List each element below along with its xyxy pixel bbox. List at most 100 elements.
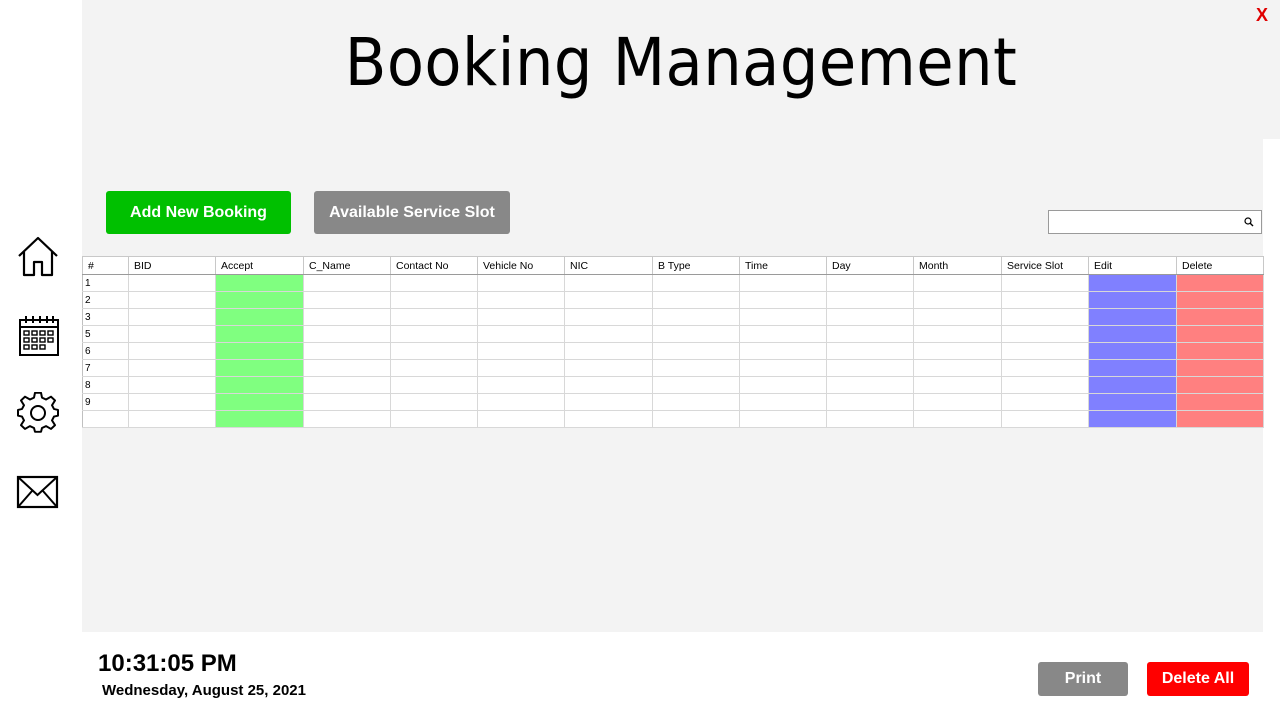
edit-cell[interactable]: [1088, 376, 1177, 394]
table-row[interactable]: 9: [82, 393, 1264, 411]
column-header-time[interactable]: Time: [739, 256, 827, 275]
table-cell[interactable]: [477, 274, 565, 292]
table-cell[interactable]: [652, 274, 740, 292]
table-cell[interactable]: [739, 308, 827, 326]
row-number-cell[interactable]: 9: [82, 393, 129, 411]
table-cell[interactable]: [739, 342, 827, 360]
edit-cell[interactable]: [1088, 308, 1177, 326]
table-cell[interactable]: [739, 291, 827, 309]
table-cell[interactable]: [303, 325, 391, 343]
accept-cell[interactable]: [215, 359, 304, 377]
table-cell[interactable]: [652, 410, 740, 428]
edit-cell[interactable]: [1088, 342, 1177, 360]
edit-cell[interactable]: [1088, 393, 1177, 411]
available-slot-button[interactable]: Available Service Slot: [314, 191, 510, 234]
table-cell[interactable]: [1001, 274, 1089, 292]
table-cell[interactable]: [128, 410, 216, 428]
table-cell[interactable]: [390, 325, 478, 343]
table-cell[interactable]: [826, 410, 914, 428]
accept-cell[interactable]: [215, 342, 304, 360]
table-cell[interactable]: [303, 291, 391, 309]
table-cell[interactable]: [128, 359, 216, 377]
table-row[interactable]: [82, 410, 1264, 428]
column-header-vehicle[interactable]: Vehicle No: [477, 256, 565, 275]
edit-cell[interactable]: [1088, 325, 1177, 343]
table-cell[interactable]: [564, 308, 653, 326]
table-cell[interactable]: [739, 359, 827, 377]
column-header-btype[interactable]: B Type: [652, 256, 740, 275]
table-cell[interactable]: [303, 342, 391, 360]
row-number-cell[interactable]: 3: [82, 308, 129, 326]
accept-cell[interactable]: [215, 410, 304, 428]
column-header-month[interactable]: Month: [913, 256, 1002, 275]
delete-cell[interactable]: [1176, 308, 1264, 326]
table-cell[interactable]: [390, 359, 478, 377]
table-cell[interactable]: [1001, 376, 1089, 394]
row-number-cell[interactable]: 8: [82, 376, 129, 394]
row-number-cell[interactable]: 5: [82, 325, 129, 343]
table-cell[interactable]: [564, 291, 653, 309]
table-cell[interactable]: [128, 342, 216, 360]
table-cell[interactable]: [477, 393, 565, 411]
table-cell[interactable]: [564, 342, 653, 360]
table-cell[interactable]: [303, 359, 391, 377]
table-cell[interactable]: [390, 393, 478, 411]
table-cell[interactable]: [390, 308, 478, 326]
gear-icon[interactable]: [16, 392, 60, 436]
table-cell[interactable]: [826, 274, 914, 292]
search-input[interactable]: [1048, 210, 1262, 234]
delete-cell[interactable]: [1176, 376, 1264, 394]
table-cell[interactable]: [652, 342, 740, 360]
table-cell[interactable]: [826, 291, 914, 309]
table-cell[interactable]: [1001, 325, 1089, 343]
delete-cell[interactable]: [1176, 274, 1264, 292]
table-row[interactable]: 7: [82, 359, 1264, 377]
table-cell[interactable]: [303, 393, 391, 411]
table-cell[interactable]: [1001, 359, 1089, 377]
search-icon[interactable]: [1242, 215, 1256, 229]
table-cell[interactable]: [390, 291, 478, 309]
delete-all-button[interactable]: Delete All: [1147, 662, 1249, 696]
table-cell[interactable]: [913, 376, 1002, 394]
table-row[interactable]: 5: [82, 325, 1264, 343]
table-cell[interactable]: [477, 376, 565, 394]
column-header-contact[interactable]: Contact No: [390, 256, 478, 275]
table-cell[interactable]: [913, 359, 1002, 377]
table-cell[interactable]: [477, 410, 565, 428]
table-cell[interactable]: [303, 274, 391, 292]
table-cell[interactable]: [739, 376, 827, 394]
delete-cell[interactable]: [1176, 291, 1264, 309]
accept-cell[interactable]: [215, 376, 304, 394]
accept-cell[interactable]: [215, 291, 304, 309]
accept-cell[interactable]: [215, 308, 304, 326]
table-cell[interactable]: [128, 325, 216, 343]
home-icon[interactable]: [16, 234, 60, 278]
table-cell[interactable]: [1001, 410, 1089, 428]
edit-cell[interactable]: [1088, 410, 1177, 428]
table-cell[interactable]: [826, 376, 914, 394]
edit-cell[interactable]: [1088, 291, 1177, 309]
table-cell[interactable]: [303, 376, 391, 394]
close-button[interactable]: X: [1256, 5, 1268, 26]
add-booking-button[interactable]: Add New Booking: [106, 191, 291, 234]
table-cell[interactable]: [128, 308, 216, 326]
table-cell[interactable]: [390, 410, 478, 428]
table-cell[interactable]: [652, 291, 740, 309]
table-cell[interactable]: [913, 410, 1002, 428]
table-cell[interactable]: [652, 359, 740, 377]
table-cell[interactable]: [477, 325, 565, 343]
calendar-icon[interactable]: [17, 314, 61, 358]
table-cell[interactable]: [564, 274, 653, 292]
table-cell[interactable]: [739, 325, 827, 343]
table-cell[interactable]: [913, 291, 1002, 309]
table-cell[interactable]: [564, 325, 653, 343]
table-cell[interactable]: [1001, 308, 1089, 326]
table-cell[interactable]: [390, 376, 478, 394]
table-cell[interactable]: [128, 291, 216, 309]
table-cell[interactable]: [826, 393, 914, 411]
column-header-day[interactable]: Day: [826, 256, 914, 275]
table-cell[interactable]: [1001, 342, 1089, 360]
table-cell[interactable]: [739, 393, 827, 411]
table-row[interactable]: 8: [82, 376, 1264, 394]
table-cell[interactable]: [477, 359, 565, 377]
